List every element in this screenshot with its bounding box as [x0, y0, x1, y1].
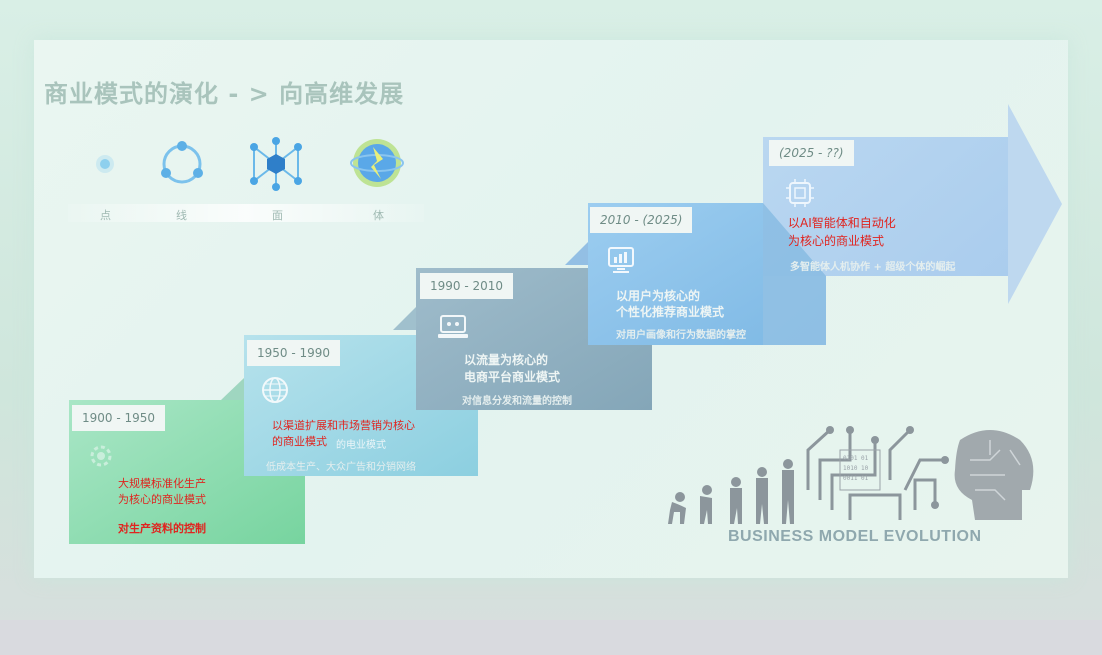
step-3-subtitle: 对信息分发和流量的控制: [462, 396, 572, 407]
step-2-faded-text: 的电业模式: [336, 440, 386, 451]
step-1-title-line2: 为核心的商业模式: [118, 493, 206, 506]
staircase-graphic: [69, 104, 1062, 544]
laptop-icon: [436, 312, 470, 346]
monitor-chart-icon: [606, 245, 636, 281]
step-1-subtitle: 对生产资料的控制: [118, 522, 206, 535]
step-4-subtitle: 对用户画像和行为数据的掌控: [616, 330, 746, 341]
svg-text:0101 01: 0101 01: [843, 455, 869, 462]
step-1-corner: [221, 378, 244, 400]
year-tag-1: 1900 - 1950: [72, 405, 166, 431]
svg-text:1010 10: 1010 10: [843, 465, 869, 472]
step-2-title-line1: 以渠道扩展和市场营销为核心: [272, 419, 415, 432]
year-tag-2: 1950 - 1990: [247, 340, 341, 366]
step-3-title-line1: 以流量为核心的: [464, 353, 549, 367]
step-2-title-line2: 的商业模式: [272, 435, 327, 448]
year-tag-5: (2025 - ??): [769, 140, 854, 166]
svg-text:0011 01: 0011 01: [843, 475, 869, 482]
globe-grid-icon: [260, 375, 290, 409]
step-4-title-line1: 以用户为核心的: [616, 289, 701, 303]
year-tag-4: 2010 - (2025): [590, 207, 693, 233]
step-5-title-line1: 以AI智能体和自动化: [788, 216, 896, 230]
ai-chip-icon: [784, 177, 816, 213]
step-4-corner: [565, 242, 588, 265]
step-4-title-line2: 个性化推荐商业模式: [616, 305, 725, 319]
gear-icon: [87, 442, 115, 474]
business-model-evolution-caption: BUSINESS MODEL EVOLUTION: [728, 528, 982, 545]
step-1-title-line1: 大规模标准化生产: [118, 477, 206, 490]
step-3-corner: [393, 307, 416, 330]
evolution-illustration: 0101 01 1010 10 0011 01: [668, 426, 1034, 524]
projected-photo: 商业模式的演化 - > 向高维发展 点 线 面 体 1900 - 1950 19…: [0, 0, 1102, 655]
step-3-title-line2: 电商平台商业模式: [464, 370, 561, 384]
year-tag-3: 1990 - 2010: [420, 273, 514, 299]
step-5-subtitle: 多智能体人机协作 + 超级个体的崛起: [790, 262, 956, 273]
step-5-title-line2: 为核心的商业模式: [788, 234, 885, 248]
step-2-subtitle: 低成本生产、大众广告和分销网络: [266, 462, 416, 473]
